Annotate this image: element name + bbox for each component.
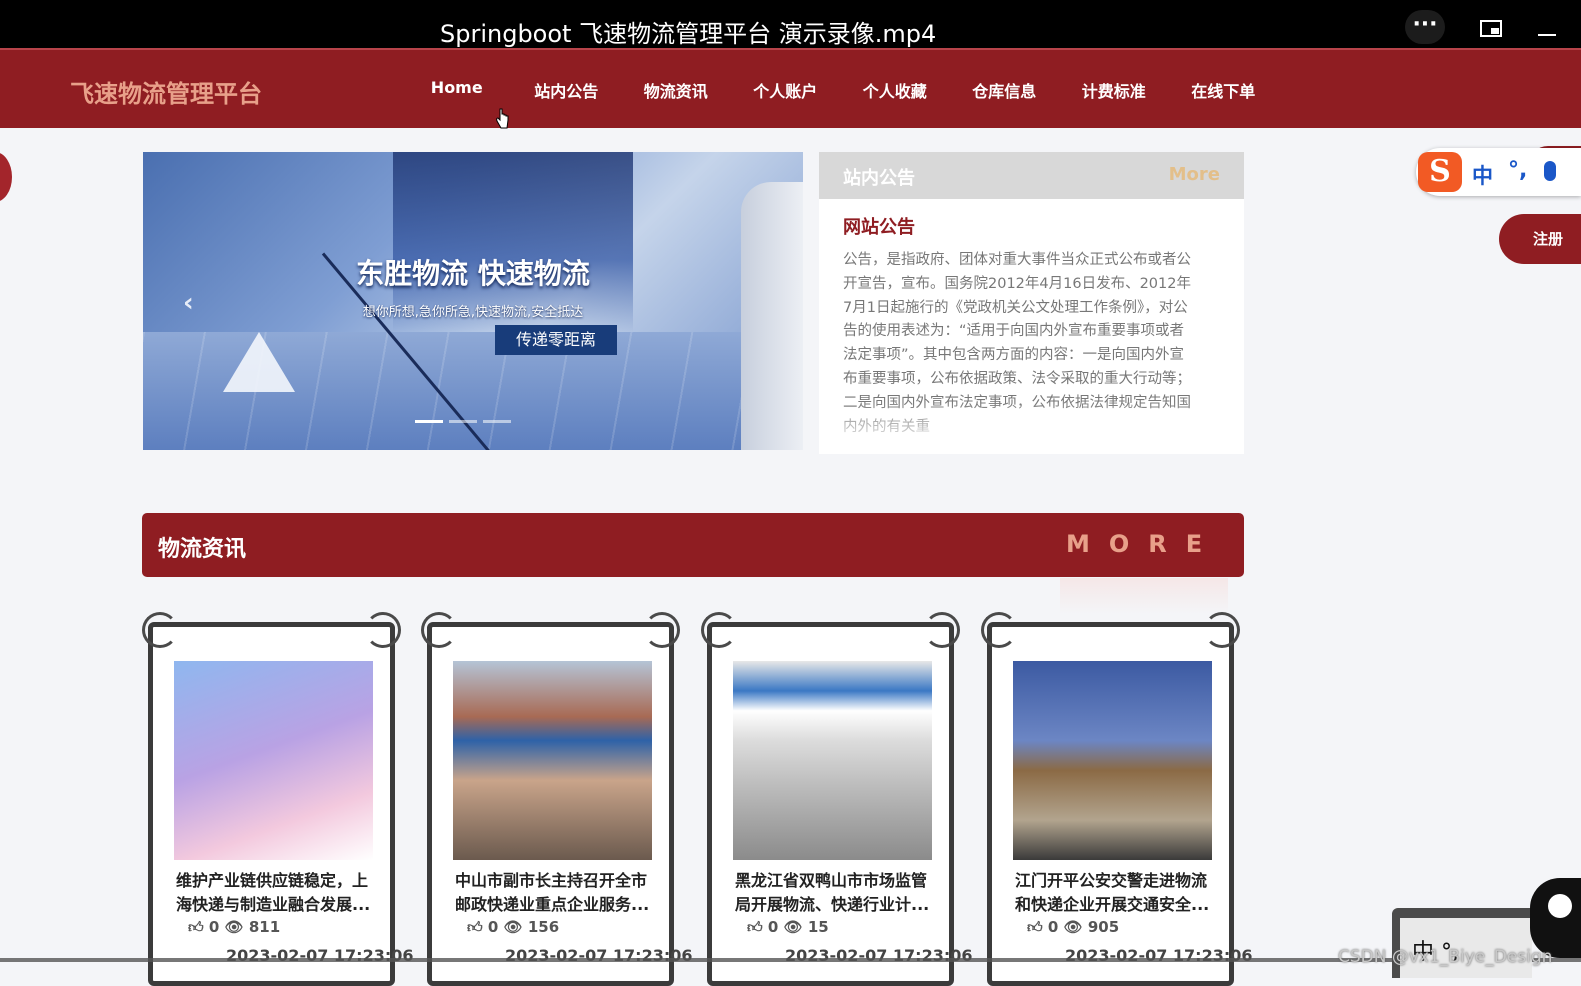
- frame-ornament-icon: [421, 612, 457, 648]
- news-date: 2023-02-07 17:23:06: [785, 946, 973, 965]
- nav-favorites[interactable]: 个人收藏: [840, 78, 950, 102]
- thumbs-up-icon[interactable]: 👍︎: [1027, 918, 1043, 936]
- banner-carousel[interactable]: 东胜物流 快速物流 想你所想,急你所急,快速物流,安全抵达 传递零距离 ‹: [143, 152, 803, 450]
- frame-ornament-icon: [644, 612, 680, 648]
- announcement-title[interactable]: 网站公告: [843, 213, 915, 239]
- ime-language-toggle[interactable]: 中: [1472, 160, 1493, 190]
- news-title[interactable]: 江门开平公安交警走进物流和快递企业开展交通安全...: [1015, 869, 1211, 917]
- nav-warehouse[interactable]: 仓库信息: [950, 78, 1060, 102]
- nav-pricing[interactable]: 计费标准: [1059, 78, 1169, 102]
- microphone-icon[interactable]: [1544, 161, 1556, 181]
- sogou-logo-icon[interactable]: S: [1418, 152, 1462, 192]
- news-card[interactable]: 中山市副市长主持召开全市邮政快递业重点企业服务... 👍︎ 0 👁︎ 156 2…: [421, 612, 693, 986]
- news-title[interactable]: 黑龙江省双鸭山市市场监管局开展物流、快递行业计...: [735, 869, 931, 917]
- news-title[interactable]: 中山市副市长主持召开全市邮政快递业重点企业服务...: [455, 869, 651, 917]
- announcement-more-link[interactable]: More: [1169, 164, 1220, 185]
- frame-ornament-icon: [701, 612, 737, 648]
- banner-button[interactable]: 传递零距离: [495, 325, 617, 355]
- news-stats: 👍︎ 0 👁︎ 15: [747, 918, 829, 937]
- view-count: 156: [527, 918, 560, 936]
- like-count: 0: [1047, 918, 1059, 936]
- more-options-icon[interactable]: ···: [1405, 10, 1445, 44]
- announcement-panel: 站内公告 More 网站公告 公告，是指政府、团体对重大事件当众正式公布或者公开…: [819, 152, 1244, 454]
- hand-cursor-icon: [496, 108, 509, 129]
- news-card[interactable]: 黑龙江省双鸭山市市场监管局开展物流、快递行业计... 👍︎ 0 👁︎ 15 20…: [701, 612, 973, 986]
- news-image[interactable]: [733, 661, 932, 860]
- view-count: 905: [1087, 918, 1120, 936]
- news-date: 2023-02-07 17:23:06: [226, 946, 414, 965]
- ime-punctuation-toggle[interactable]: °,: [1508, 158, 1527, 183]
- ime-toolbar: S 中 °,: [1416, 148, 1581, 196]
- main-nav: Home 站内公告 物流资讯 个人账户 个人收藏 仓库信息 计费标准 在线下单: [402, 78, 1278, 102]
- frame-ornament-icon: [142, 612, 178, 648]
- site-navbar: 飞速物流管理平台 Home 站内公告 物流资讯 个人账户 个人收藏 仓库信息 计…: [0, 48, 1581, 128]
- frame-ornament-icon: [1204, 612, 1240, 648]
- minimize-icon[interactable]: [1538, 34, 1556, 36]
- news-date: 2023-02-07 17:23:06: [1065, 946, 1253, 965]
- ime-status-widget: 中 °,: [1392, 908, 1532, 978]
- view-count: 811: [248, 918, 281, 936]
- thumbs-up-icon[interactable]: 👍︎: [188, 918, 204, 936]
- news-heading: 物流资讯: [158, 537, 247, 562]
- news-more-link[interactable]: MORE: [1066, 530, 1221, 558]
- side-float-button[interactable]: [0, 152, 12, 202]
- nav-order-online[interactable]: 在线下单: [1169, 78, 1279, 102]
- eye-icon: 👁︎: [1063, 918, 1083, 936]
- eye-icon: 👁︎: [503, 918, 523, 936]
- picture-in-picture-icon[interactable]: [1480, 20, 1502, 37]
- news-more-reflection: [1060, 578, 1228, 614]
- video-title-bar: Springboot 飞速物流管理平台 演示录像.mp4 ···: [0, 0, 1581, 48]
- news-stats: 👍︎ 0 👁︎ 905: [1027, 918, 1119, 937]
- news-date: 2023-02-07 17:23:06: [505, 946, 693, 965]
- news-image[interactable]: [1013, 661, 1212, 860]
- eye-icon: 👁︎: [783, 918, 803, 936]
- news-title[interactable]: 维护产业链供应链稳定，上海快递与制造业融合发展...: [176, 869, 372, 917]
- video-title: Springboot 飞速物流管理平台 演示录像.mp4: [440, 20, 937, 48]
- news-stats: 👍︎ 0 👁︎ 811: [188, 918, 280, 937]
- announcement-heading: 站内公告: [843, 168, 915, 189]
- thumbs-up-icon[interactable]: 👍︎: [467, 918, 483, 936]
- thumbs-up-icon[interactable]: 👍︎: [747, 918, 763, 936]
- nav-account[interactable]: 个人账户: [731, 78, 841, 102]
- news-card[interactable]: 江门开平公安交警走进物流和快递企业开展交通安全... 👍︎ 0 👁︎ 905 2…: [981, 612, 1253, 986]
- carousel-prev-icon[interactable]: ‹: [183, 288, 194, 318]
- news-card[interactable]: 维护产业链供应链稳定，上海快递与制造业融合发展... 👍︎ 0 👁︎ 811 2…: [142, 612, 414, 986]
- announcement-header: 站内公告 More: [819, 152, 1244, 199]
- news-image[interactable]: [453, 661, 652, 860]
- like-count: 0: [487, 918, 499, 936]
- view-count: 15: [807, 918, 829, 936]
- news-section-header: 物流资讯 MORE: [142, 513, 1244, 577]
- like-count: 0: [208, 918, 220, 936]
- site-brand[interactable]: 飞速物流管理平台: [70, 74, 262, 109]
- mascot-icon[interactable]: [1530, 878, 1581, 958]
- carousel-indicators: [415, 420, 511, 423]
- carousel-dot-1[interactable]: [415, 420, 443, 423]
- eye-icon: 👁︎: [224, 918, 244, 936]
- banner-triangle-shape: [223, 332, 295, 392]
- frame-ornament-icon: [981, 612, 1017, 648]
- nav-home[interactable]: Home: [402, 78, 512, 102]
- frame-ornament-icon: [365, 612, 401, 648]
- banner-title: 东胜物流 快速物流: [356, 257, 590, 290]
- csdn-watermark: CSDN @vx1_Biye_Design: [1338, 947, 1553, 967]
- carousel-dot-2[interactable]: [449, 420, 477, 423]
- like-count: 0: [767, 918, 779, 936]
- carousel-dot-3[interactable]: [483, 420, 511, 423]
- frame-ornament-icon: [924, 612, 960, 648]
- news-image[interactable]: [174, 661, 373, 860]
- announcement-fade: [819, 402, 1244, 454]
- nav-announcements[interactable]: 站内公告: [512, 78, 622, 102]
- register-button[interactable]: 注册: [1499, 214, 1581, 264]
- nav-logistics-news[interactable]: 物流资讯: [621, 78, 731, 102]
- news-stats: 👍︎ 0 👁︎ 156: [467, 918, 559, 937]
- banner-subtitle: 想你所想,急你所急,快速物流,安全抵达: [362, 305, 584, 320]
